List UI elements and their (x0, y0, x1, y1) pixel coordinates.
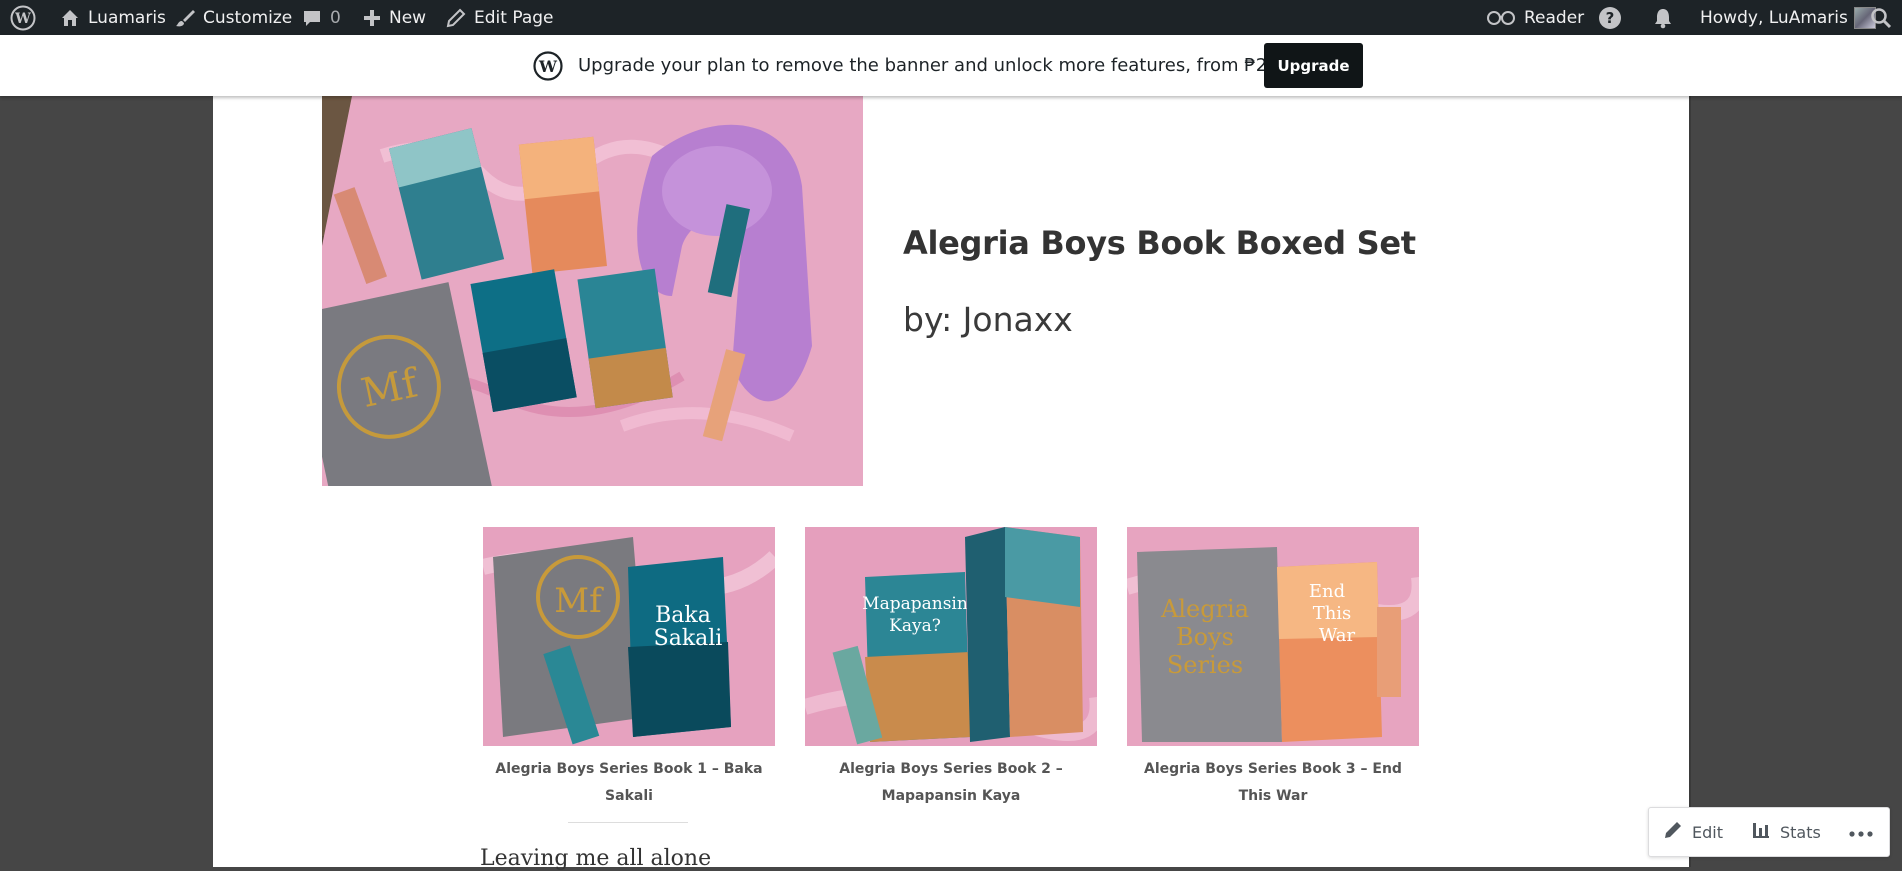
stats-label: Stats (1779, 822, 1821, 842)
pencil-icon (446, 8, 466, 28)
plus-icon (363, 9, 381, 27)
bar-chart-icon (1751, 820, 1771, 844)
hero-boxed-set-photo[interactable]: Mf (322, 96, 863, 486)
upgrade-banner: W Upgrade your plan to remove the banner… (0, 35, 1902, 96)
account-menu[interactable]: Howdy, LuAmaris (1700, 0, 1876, 35)
site-name-menu[interactable]: Luamaris (60, 0, 166, 35)
svg-text:Baka: Baka (655, 603, 711, 628)
edit-button[interactable]: Edit (1663, 808, 1723, 856)
notifications-menu[interactable] (1652, 0, 1674, 35)
svg-text:Kaya?: Kaya? (889, 616, 941, 636)
svg-text:This: This (1313, 603, 1352, 624)
gallery-image-book-3[interactable]: Alegria Boys Series End This War (1127, 527, 1419, 746)
search-icon (1870, 7, 1892, 29)
edit-page-menu[interactable]: Edit Page (446, 0, 553, 35)
reader-icon (1486, 10, 1516, 26)
hero-author: by: Jonaxx (903, 300, 1073, 339)
svg-text:Alegria: Alegria (1160, 595, 1249, 623)
more-options-button[interactable] (1849, 808, 1873, 856)
wordpress-icon: W (10, 5, 36, 31)
site-name-label: Luamaris (88, 7, 166, 28)
home-icon (60, 8, 80, 28)
stats-button[interactable]: Stats (1751, 808, 1821, 856)
svg-text:Mf: Mf (554, 581, 604, 621)
caption-line: Alegria Boys Series Book 3 – End This Wa… (1144, 761, 1402, 804)
help-icon: ? (1598, 6, 1622, 30)
wordpress-logo-icon: W (533, 51, 563, 85)
upgrade-button[interactable]: Upgrade (1264, 43, 1363, 88)
floating-action-bar: Edit Stats (1648, 807, 1890, 857)
search-menu[interactable] (1870, 0, 1892, 35)
gallery-caption-book-3: Alegria Boys Series Book 3 – End This Wa… (1127, 756, 1419, 810)
svg-text:Boys: Boys (1176, 623, 1234, 651)
gallery-caption-book-2: Alegria Boys Series Book 2 – Mapapansin … (805, 756, 1097, 810)
comments-menu[interactable]: 0 (302, 0, 341, 35)
gallery-image-book-2[interactable]: Mapapansin Kaya? (805, 527, 1097, 746)
pencil-icon (1663, 820, 1683, 844)
customize-label: Customize (203, 7, 293, 28)
customize-menu[interactable]: Customize (175, 0, 292, 35)
help-menu[interactable]: ? (1598, 0, 1622, 35)
body-text-line: Leaving me all alone (480, 846, 712, 871)
comments-count: 0 (330, 7, 341, 28)
gallery-caption-book-1: Alegria Boys Series Book 1 – Baka Sakali (483, 756, 775, 810)
caption-line: Mapapansin Kaya (881, 788, 1021, 804)
svg-text:Mapapansin: Mapapansin (862, 594, 968, 614)
comment-icon (302, 8, 322, 28)
reader-label: Reader (1524, 7, 1585, 28)
edit-label: Edit (1692, 822, 1723, 842)
banner-text: Upgrade your plan to remove the banner a… (578, 55, 1355, 76)
svg-text:End: End (1309, 581, 1345, 602)
ellipsis-icon (1849, 823, 1873, 842)
brush-icon (175, 8, 195, 28)
reader-menu[interactable]: Reader (1486, 0, 1584, 35)
admin-bar: W Luamaris Customize 0 New Edit Page Rea… (0, 0, 1902, 35)
gallery-image-book-1[interactable]: Mf Baka Sakali (483, 527, 775, 746)
wordpress-menu[interactable]: W (10, 0, 36, 35)
svg-text:Sakali: Sakali (654, 626, 723, 651)
bell-icon (1652, 7, 1674, 29)
page-edge (1689, 96, 1691, 867)
svg-text:?: ? (1606, 9, 1615, 27)
svg-text:War: War (1319, 625, 1356, 646)
hero-title: Alegria Boys Book Boxed Set (903, 224, 1416, 262)
caption-line: Alegria Boys Series Book 2 – (839, 761, 1063, 777)
svg-text:Series: Series (1167, 651, 1243, 679)
svg-text:W: W (538, 57, 558, 76)
howdy-label: Howdy, LuAmaris (1700, 7, 1848, 28)
separator (568, 822, 688, 823)
new-menu[interactable]: New (363, 0, 426, 35)
edit-page-label: Edit Page (474, 7, 554, 28)
svg-text:W: W (14, 11, 31, 27)
new-label: New (389, 7, 427, 28)
caption-line: Alegria Boys Series Book 1 – Baka Sakali (495, 761, 763, 804)
